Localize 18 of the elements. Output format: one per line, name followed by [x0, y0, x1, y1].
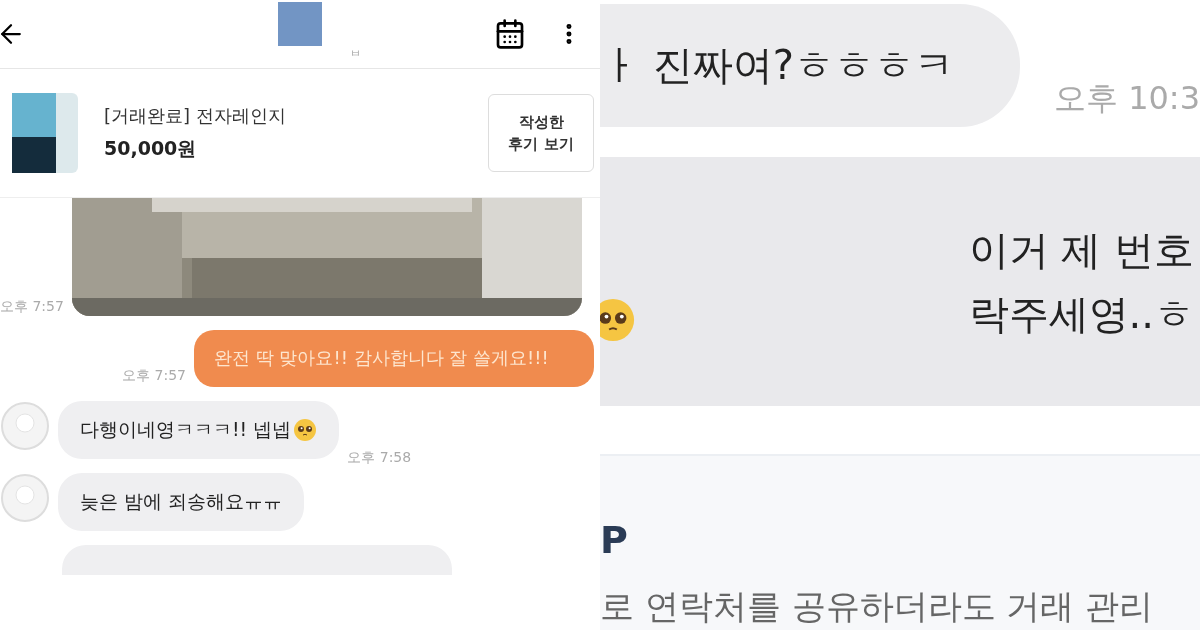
calendar-icon[interactable] [494, 18, 526, 50]
sent-message: 완전 딱 맞아요!! 감사합니다 잘 쓸게요!!! [194, 330, 594, 387]
header-subtitle: ㅂ [350, 46, 361, 61]
message-time: 오후 7:57 [122, 366, 186, 385]
received-message: 늦은 밤에 죄송해요ㅠㅠ [58, 472, 305, 531]
notice-text: 로 연락처를 공유하더라도 거래 관리 [600, 585, 1155, 628]
review-button[interactable]: 작성한 후기 보기 [488, 94, 594, 172]
trade-status: [거래완료] [104, 104, 191, 128]
message-text: 이거 제 번호 [968, 225, 1194, 275]
message-time: 오후 7:57 [0, 298, 64, 316]
received-message: ㅏ 진짜여?ㅎㅎㅎㅋ [600, 4, 1020, 127]
product-price: 50,000원 [104, 136, 198, 161]
product-name: 전자레인지 [196, 104, 287, 128]
message-time: 오후 10:3 [1053, 78, 1200, 119]
notice-heading: P [600, 518, 629, 562]
received-message: 다행이네영ㅋㅋㅋ!! 넵넵 [58, 400, 340, 459]
message-time: 오후 7:58 [347, 448, 412, 467]
message-text: 락주세영..ㅎ [968, 289, 1194, 339]
